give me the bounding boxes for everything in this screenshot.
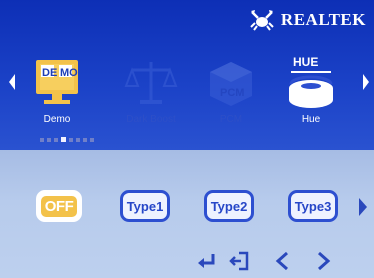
brand-header: REALTEK — [249, 6, 366, 34]
demo-monitor-icon: DE MO — [27, 54, 87, 110]
page-dot — [83, 138, 87, 142]
svg-text:PCM: PCM — [220, 87, 244, 99]
enter-icon[interactable] — [196, 250, 218, 272]
page-dot — [54, 138, 58, 142]
menu-item-hue[interactable]: HUE Hue — [276, 54, 346, 128]
page-dot — [90, 138, 94, 142]
menu-item-label: Dark Boost — [126, 114, 176, 125]
menu-left-arrow[interactable] — [6, 70, 18, 94]
page-dot — [40, 138, 44, 142]
menu-item-pcm[interactable]: PCM PCM — [196, 54, 266, 128]
option-type2-button[interactable]: Type2 — [204, 190, 254, 222]
option-type1-button[interactable]: Type1 — [120, 190, 170, 222]
exit-icon[interactable] — [228, 250, 250, 272]
demo-badge-top: DE — [42, 67, 57, 79]
page-indicator — [40, 137, 94, 142]
options-right-arrow[interactable] — [358, 196, 370, 218]
option-label: OFF — [40, 195, 78, 217]
menu-item-dark-boost[interactable]: Dark Boost — [116, 54, 186, 128]
balance-scale-icon — [121, 54, 181, 110]
left-icon[interactable] — [272, 250, 294, 272]
page-dot-active — [61, 137, 66, 142]
demo-badge-bottom: MO — [60, 67, 78, 79]
page-dot — [47, 138, 51, 142]
menu-right-arrow[interactable] — [360, 70, 372, 94]
menu-item-label: PCM — [219, 114, 243, 125]
page-dot — [69, 138, 73, 142]
brand-name: REALTEK — [280, 10, 366, 29]
option-label: Type1 — [126, 198, 164, 214]
page-dot — [76, 138, 80, 142]
menu-item-label: Demo — [43, 114, 71, 125]
realtek-crab-logo — [249, 9, 275, 31]
hue-title: HUE — [293, 55, 318, 69]
right-icon[interactable] — [312, 250, 334, 272]
hotkey-bar — [0, 250, 374, 274]
option-label: Type2 — [210, 198, 248, 214]
option-off-button[interactable]: OFF — [36, 190, 82, 222]
menu-item-label: Hue — [301, 114, 321, 125]
menu-item-demo[interactable]: DE MO Demo — [22, 54, 92, 128]
pcm-cube-icon: PCM — [201, 54, 261, 110]
option-type3-button[interactable]: Type3 — [288, 190, 338, 222]
hue-dial-icon: HUE — [281, 54, 341, 110]
option-label: Type3 — [294, 198, 332, 214]
